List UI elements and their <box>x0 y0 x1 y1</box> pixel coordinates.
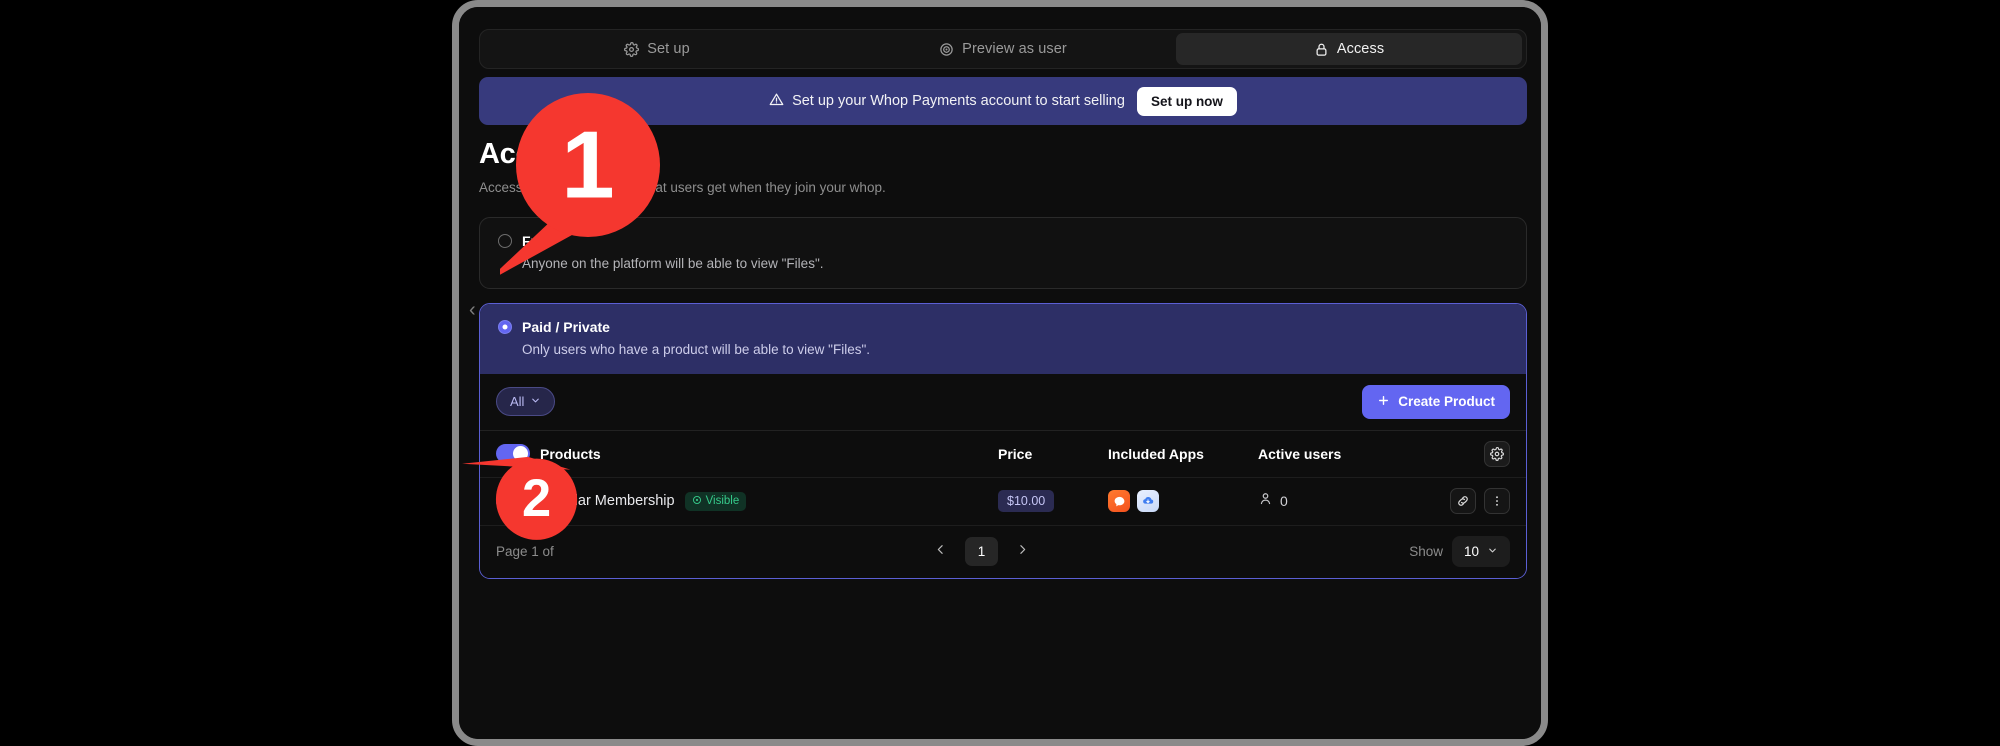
set-up-now-button[interactable]: Set up now <box>1136 86 1237 116</box>
table-row[interactable]: Regular Membership Visible $10.00 0 <box>480 478 1526 526</box>
option-paid-title: Paid / Private <box>522 318 610 335</box>
option-free-head: Free <box>498 233 1508 249</box>
pagination-bar: Page 1 of 1 Show 10 <box>480 526 1526 578</box>
radio-paid-private[interactable] <box>498 319 512 334</box>
column-price: Price <box>998 445 1033 462</box>
chevron-down-icon <box>1487 544 1498 559</box>
user-icon <box>1258 491 1273 511</box>
row-actions-cell <box>1428 488 1510 515</box>
lock-icon <box>1314 42 1329 57</box>
chevron-down-icon <box>530 394 541 409</box>
sidebar-collapse-handle[interactable]: ‹ <box>469 299 476 322</box>
banner-message-group: Set up your Whop Payments account to sta… <box>769 92 1125 111</box>
chat-app-icon <box>1108 490 1130 513</box>
app-screen: Set up Preview as user Access Set up you… <box>459 7 1541 739</box>
row-active-users-cell: 0 <box>1258 491 1428 511</box>
row-product-cell: Regular Membership Visible <box>540 491 998 511</box>
option-paid-private[interactable]: Paid / Private Only users who have a pro… <box>480 303 1526 374</box>
header-actions-cell <box>1428 440 1510 467</box>
tab-preview-label: Preview as user <box>962 41 1067 57</box>
access-page: Access Access is how you control what us… <box>479 138 1527 579</box>
create-product-label: Create Product <box>1398 394 1495 410</box>
column-products: Products <box>540 445 601 462</box>
eye-icon <box>939 42 954 57</box>
column-included-apps: Included Apps <box>1108 445 1204 462</box>
option-free[interactable]: Free Anyone on the platform will be able… <box>479 216 1527 289</box>
visible-eye-icon <box>692 495 702 508</box>
table-header-row: Products Price Included Apps Active user… <box>480 429 1526 478</box>
chevron-right-icon[interactable] <box>1012 543 1032 561</box>
table-settings-gear-icon[interactable] <box>1484 440 1510 467</box>
column-active-users: Active users <box>1258 445 1342 462</box>
row-price-cell: $10.00 <box>998 490 1108 513</box>
create-product-button[interactable]: Create Product <box>1362 384 1510 419</box>
show-label: Show <box>1409 544 1443 560</box>
access-options: Free Anyone on the platform will be able… <box>479 216 1527 579</box>
toggle-all-products[interactable] <box>496 444 530 464</box>
option-free-description: Anyone on the platform will be able to v… <box>522 255 824 271</box>
more-options-icon[interactable] <box>1484 488 1510 515</box>
row-toggle-cell <box>496 491 540 511</box>
status-badge-label: Visible <box>705 495 740 508</box>
payments-setup-banner: Set up your Whop Payments account to sta… <box>479 77 1527 125</box>
files-app-icon <box>1137 490 1159 513</box>
row-apps-cell <box>1108 490 1258 513</box>
tab-setup[interactable]: Set up <box>484 33 830 65</box>
page-count-label: Page 1 of <box>496 544 554 560</box>
option-free-title: Free <box>522 232 552 249</box>
products-toolbar: All Create Product <box>480 374 1526 430</box>
option-paid-description: Only users who have a product will be ab… <box>522 341 870 357</box>
device-frame: Set up Preview as user Access Set up you… <box>452 0 1548 746</box>
products-panel: All Create Product Products Price Includ… <box>480 373 1526 578</box>
link-icon[interactable] <box>1450 488 1476 515</box>
filter-all-dropdown[interactable]: All <box>496 387 556 417</box>
paid-private-block: Paid / Private Only users who have a pro… <box>479 302 1527 579</box>
banner-message: Set up your Whop Payments account to sta… <box>792 93 1125 109</box>
gear-icon <box>624 41 640 57</box>
active-users-count: 0 <box>1280 493 1288 510</box>
tab-access[interactable]: Access <box>1176 33 1522 65</box>
tab-bar: Set up Preview as user Access <box>479 29 1527 69</box>
option-paid-head: Paid / Private <box>498 319 1508 335</box>
product-name: Regular Membership <box>540 493 675 510</box>
tab-access-label: Access <box>1336 41 1385 57</box>
chevron-left-icon[interactable] <box>931 543 951 561</box>
rows-per-page-group: Show 10 <box>1409 536 1510 568</box>
warning-icon <box>769 92 784 111</box>
header-toggle-cell <box>496 444 540 464</box>
pager-controls: 1 <box>554 537 1409 567</box>
page-title: Access <box>479 138 579 170</box>
plus-icon <box>1377 394 1390 410</box>
rows-per-page-value: 10 <box>1463 544 1479 560</box>
page-subtitle: Access is how you control what users get… <box>479 179 886 195</box>
tab-preview-as-user[interactable]: Preview as user <box>830 33 1176 65</box>
radio-free[interactable] <box>498 233 512 248</box>
price-pill: $10.00 <box>998 490 1055 513</box>
status-badge: Visible <box>684 491 747 511</box>
filter-all-label: All <box>510 394 525 410</box>
toggle-product-regular-membership[interactable] <box>496 491 530 511</box>
pager-page-1[interactable]: 1 <box>964 537 999 567</box>
rows-per-page-select[interactable]: 10 <box>1451 536 1510 568</box>
tab-setup-label: Set up <box>647 41 690 57</box>
